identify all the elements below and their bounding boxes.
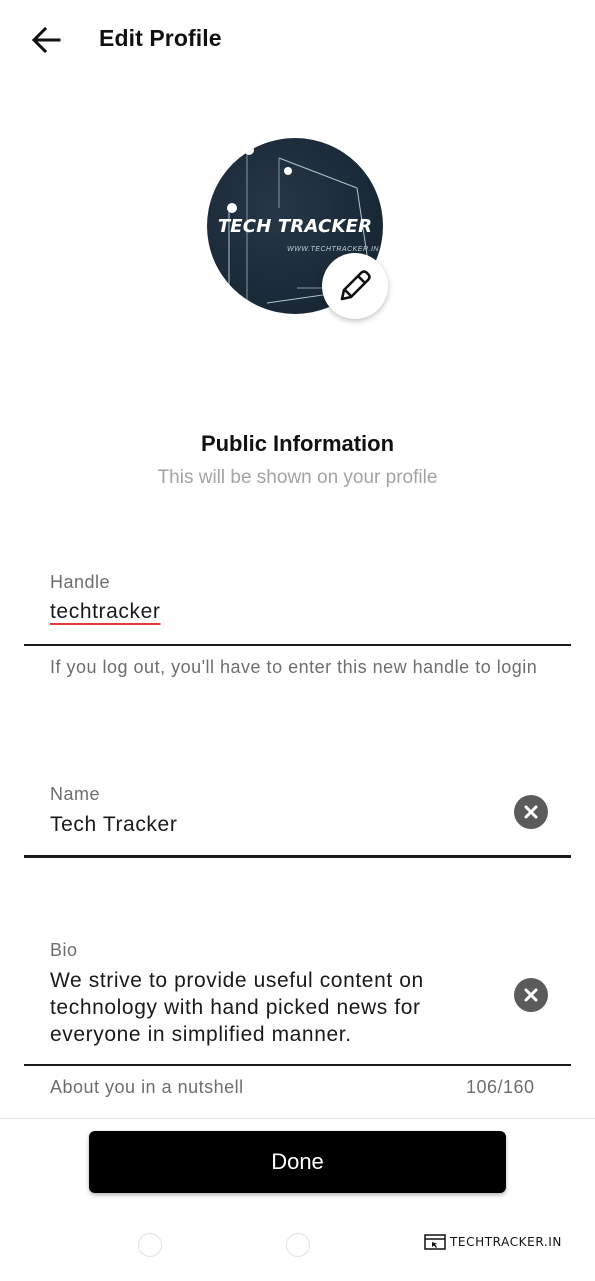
handle-field[interactable]: Handle techtracker (24, 560, 571, 648)
bio-helper-text: About you in a nutshell (50, 1077, 244, 1097)
done-button[interactable]: Done (89, 1131, 506, 1193)
avatar-brand-text: TECH TRACKER (217, 216, 373, 237)
name-clear-button[interactable] (514, 795, 548, 829)
back-button[interactable] (26, 20, 66, 60)
bottom-bar: Done TECHTRACKER.IN (0, 1118, 595, 1281)
section-title: Public Information (200, 431, 395, 456)
clear-icon (524, 988, 538, 1002)
clear-icon (524, 805, 538, 819)
page-title: Edit Profile (99, 25, 222, 51)
handle-input[interactable]: techtracker (50, 600, 160, 624)
bio-clear-button[interactable] (514, 978, 548, 1012)
name-underline (24, 855, 571, 858)
edit-photo-button[interactable] (322, 253, 388, 319)
pencil-icon (340, 270, 371, 301)
arrow-left-icon (31, 27, 61, 53)
name-label: Name (50, 784, 101, 804)
handle-underline (24, 644, 571, 646)
handle-helper-text: If you log out, you'll have to enter thi… (50, 657, 538, 677)
browser-window-icon (424, 1234, 446, 1250)
app-header: Edit Profile (0, 0, 595, 80)
avatar-section: TECH TRACKER WWW.TECHTRACKER.IN (207, 138, 388, 319)
name-input[interactable]: Tech Tracker (50, 813, 177, 837)
watermark: TECHTRACKER.IN (424, 1234, 562, 1250)
handle-label: Handle (50, 572, 111, 592)
bio-label: Bio (50, 940, 78, 960)
nav-back-button[interactable] (138, 1233, 162, 1257)
watermark-text: TECHTRACKER.IN (450, 1235, 562, 1249)
bio-input[interactable]: We strive to provide useful content on t… (50, 967, 490, 1048)
nav-home-button[interactable] (286, 1233, 310, 1257)
bio-char-counter: 106/160 (466, 1077, 535, 1097)
bio-field[interactable]: Bio We strive to provide useful content … (24, 930, 571, 1068)
section-subtitle: This will be shown on your profile (157, 467, 438, 488)
name-field[interactable]: Name Tech Tracker (24, 772, 571, 860)
bio-underline (24, 1064, 571, 1066)
avatar-url-text: WWW.TECHTRACKER.IN (287, 246, 379, 253)
